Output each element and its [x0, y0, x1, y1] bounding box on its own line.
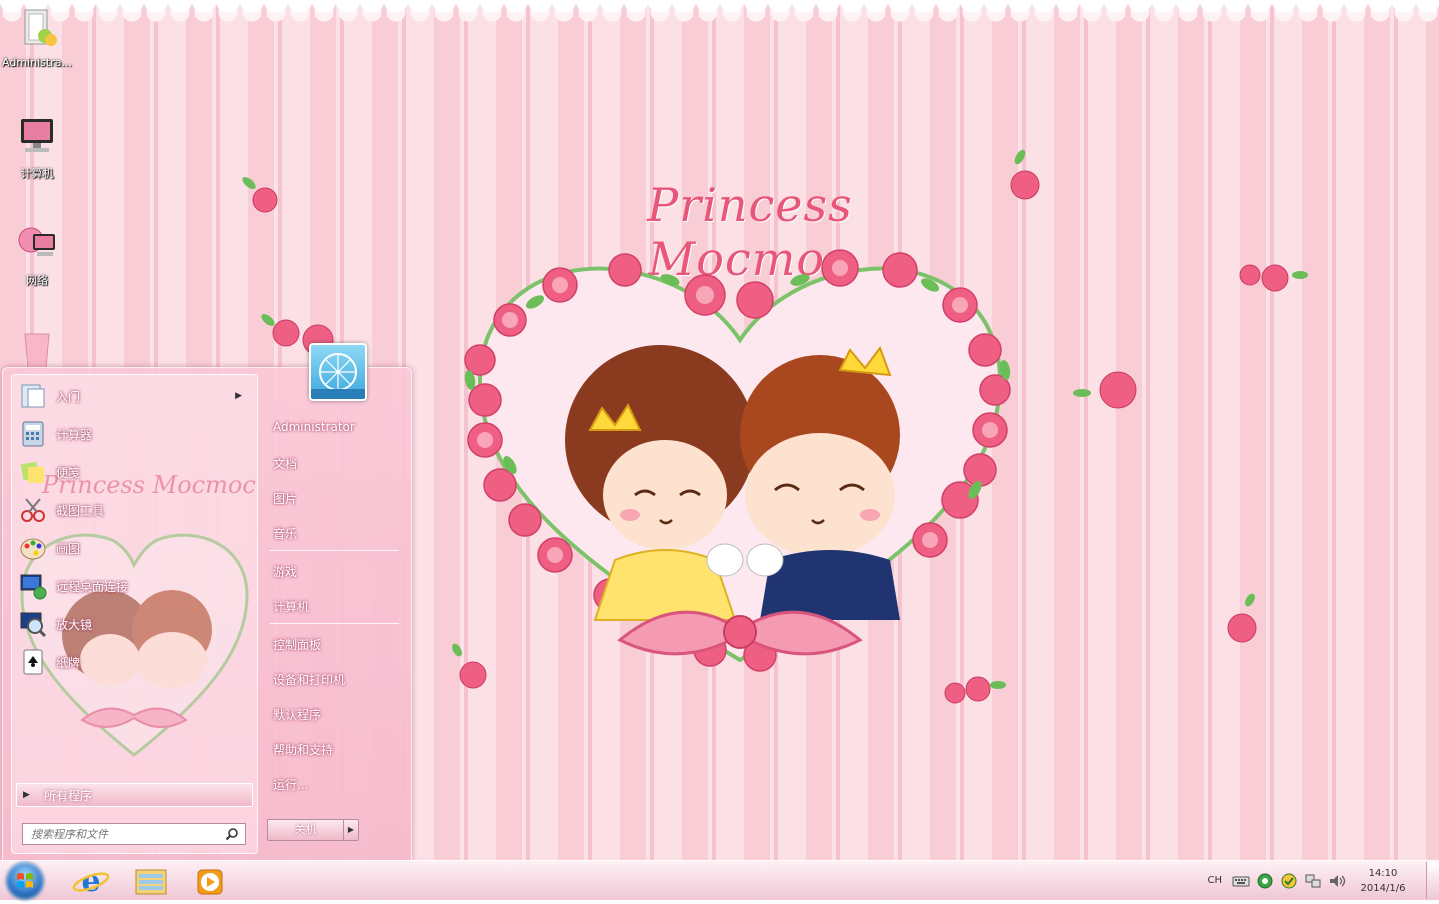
start-menu-programs-pane: Princess Mocmoc 入门 ▶ 计算器 便笺 截图工具 画图 远程桌面… — [11, 374, 258, 854]
program-item-paint[interactable]: 画图 — [18, 531, 250, 565]
start-search-box[interactable] — [22, 823, 246, 845]
solitaire-icon — [23, 649, 43, 675]
magnifier-icon — [20, 612, 47, 638]
shutdown-control: 关机 ▶ — [267, 819, 359, 841]
desktop-icon-label: Administra... — [2, 56, 72, 69]
paint-icon — [20, 538, 46, 560]
clock-date: 2014/1/6 — [1360, 882, 1406, 894]
link-games[interactable]: 游戏 — [273, 563, 297, 580]
network-status-icon[interactable] — [1304, 872, 1322, 890]
start-button[interactable] — [6, 862, 44, 900]
link-control-panel[interactable]: 控制面板 — [273, 636, 321, 653]
shutdown-options-arrow-icon[interactable]: ▶ — [344, 820, 358, 840]
menu-separator — [269, 623, 399, 624]
program-item-snipping-tool[interactable]: 截图工具 — [18, 493, 250, 527]
update-icon[interactable] — [1280, 872, 1298, 890]
clock[interactable]: 14:10 2014/1/6 — [1352, 866, 1414, 896]
program-item-solitaire[interactable]: 纸牌 — [18, 645, 250, 679]
windows-logo-icon — [17, 873, 33, 888]
link-music[interactable]: 音乐 — [273, 525, 297, 542]
couple-illustration — [464, 249, 1011, 672]
clock-time: 14:10 — [1368, 867, 1398, 879]
recycle-bin-icon — [24, 333, 50, 369]
rose-decoration — [1073, 371, 1137, 409]
computer-icon — [21, 119, 53, 152]
program-item-remote-desktop[interactable]: 远程桌面连接 — [18, 569, 250, 603]
link-computer[interactable]: 计算机 — [273, 598, 309, 615]
shutdown-button[interactable]: 关机 — [268, 820, 344, 840]
system-tray: CH 14:10 2014/1/6 — [1207, 861, 1439, 900]
program-label: 画图 — [56, 541, 81, 556]
calculator-icon — [22, 421, 44, 447]
network-icon — [18, 227, 55, 256]
program-label: 截图工具 — [56, 503, 105, 518]
taskbar-button-file-explorer[interactable] — [124, 864, 178, 898]
program-item-magnifier[interactable]: 放大镜 — [18, 607, 250, 641]
link-pictures[interactable]: 图片 — [273, 490, 297, 507]
rose-decoration — [242, 177, 278, 213]
snipping-tool-icon — [21, 498, 45, 522]
svg-text:e: e — [81, 864, 100, 898]
ferris-wheel-icon — [311, 353, 365, 399]
link-devices-printers[interactable]: 设备和打印机 — [273, 671, 345, 688]
remote-desktop-icon — [20, 574, 47, 600]
taskbar: e CH 14:10 2014/1/6 — [0, 860, 1439, 900]
program-label: 远程桌面连接 — [56, 579, 129, 594]
all-programs-button[interactable]: ▶ 所有程序 — [16, 783, 253, 807]
submenu-arrow-icon[interactable]: ▶ — [235, 391, 242, 401]
search-icon[interactable] — [225, 827, 239, 841]
volume-icon[interactable] — [1328, 872, 1346, 890]
show-desktop-button[interactable] — [1426, 862, 1439, 899]
program-item-calculator[interactable]: 计算器 — [18, 417, 250, 451]
program-label: 便笺 — [56, 465, 81, 480]
sticky-notes-icon — [20, 461, 44, 483]
program-label: 纸牌 — [56, 655, 81, 670]
link-run[interactable]: 运行... — [273, 776, 308, 793]
rose-decoration — [452, 643, 487, 689]
start-menu: Princess Mocmoc 入门 ▶ 计算器 便笺 截图工具 画图 远程桌面… — [2, 343, 412, 862]
user-folder-icon — [24, 9, 57, 46]
program-item-sticky-notes[interactable]: 便笺 — [18, 455, 250, 489]
program-label: 入门 — [56, 389, 81, 404]
program-label: 放大镜 — [56, 617, 93, 632]
keyboard-icon[interactable] — [1232, 872, 1250, 890]
taskbar-button-internet-explorer[interactable]: e — [64, 864, 118, 899]
rose-decoration — [1227, 593, 1257, 643]
getting-started-icon — [21, 384, 45, 408]
program-label: 计算器 — [56, 427, 93, 442]
security-shield-icon[interactable] — [1256, 872, 1274, 890]
desktop-icon-label: 网络 — [26, 274, 48, 287]
lace-border — [0, 0, 1439, 30]
play-triangle-icon: ▶ — [23, 790, 30, 800]
taskbar-button-media-player[interactable] — [184, 864, 238, 898]
ie-icon: e — [72, 864, 110, 899]
user-account-picture[interactable] — [309, 343, 367, 401]
rose-decoration — [1239, 264, 1308, 292]
link-default-programs[interactable]: 默认程序 — [273, 706, 321, 723]
input-language-indicator[interactable]: CH — [1207, 875, 1222, 886]
start-search-input[interactable] — [23, 826, 225, 842]
rose-decoration — [1010, 149, 1040, 200]
link-help-support[interactable]: 帮助和支持 — [273, 741, 333, 758]
link-user-folder[interactable]: Administrator — [273, 420, 355, 434]
link-documents[interactable]: 文档 — [273, 455, 297, 472]
desktop-icon-network[interactable]: 网络 — [1, 222, 73, 288]
program-item-getting-started[interactable]: 入门 ▶ — [18, 379, 250, 413]
desktop-icon-user-folder[interactable]: Administra... — [1, 6, 73, 69]
desktop-icon-label: 计算机 — [20, 167, 54, 180]
menu-separator — [269, 550, 399, 551]
media-player-icon — [197, 869, 223, 895]
rose-decoration — [944, 676, 1006, 704]
all-programs-label: 所有程序 — [43, 788, 92, 803]
folder-icon — [135, 869, 167, 895]
desktop-icon-computer[interactable]: 计算机 — [1, 115, 73, 181]
